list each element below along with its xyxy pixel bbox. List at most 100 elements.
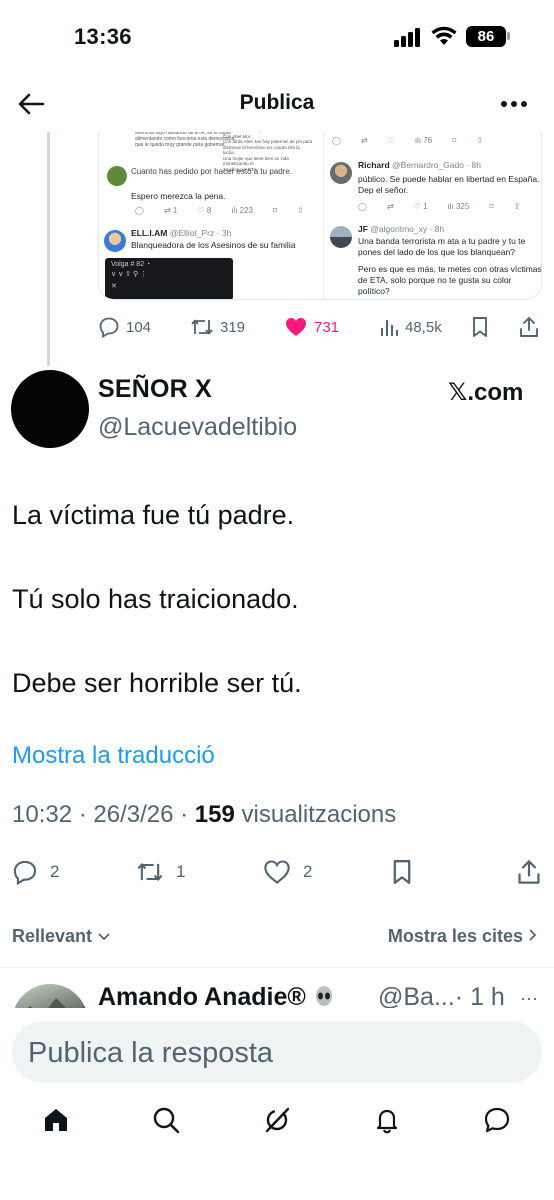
embedded-clipped-line: Cuanto has pedido por hacer esto a tu pa… (131, 167, 292, 176)
heart-icon (264, 860, 290, 884)
more-options-icon[interactable] (498, 91, 530, 117)
replies-sort-row: Rellevant Mostra les cites (0, 924, 554, 952)
embedded-text-line: político? (358, 286, 390, 296)
grok-icon (265, 1107, 290, 1133)
embedded-avatar (330, 226, 352, 248)
embedded-like-stat: ♡ 8 (197, 206, 212, 215)
tweet-timestamp: 10:32 · 26/3/26 · (12, 801, 195, 828)
embedded-right-column: ◯ ⇄ ♡ ılı 76 ⌑ ⇧ Richard @Bernardro_Gado · 8… (323, 128, 542, 299)
retweet-count: 1 (176, 862, 186, 881)
embedded-user-line: Richard @Bernardro_Gado · 8h (358, 160, 481, 170)
embedded-avatar (330, 162, 352, 184)
wifi-icon (431, 26, 457, 45)
reply-button[interactable]: 104 (98, 314, 151, 340)
like-button[interactable]: 2 (263, 857, 312, 887)
embedded-avatar (107, 166, 127, 186)
author-handle[interactable]: @Lacuevadeltibio (98, 413, 297, 442)
embedded-left-column: Mientras sigo hablando de ETA, se le sig… (99, 128, 317, 299)
tweet-text-line: Debe ser horrible ser tú. (12, 668, 302, 698)
bell-icon (376, 1109, 398, 1134)
reply-compose-input[interactable]: Publica la resposta (12, 1021, 542, 1083)
cellular-signal-icon (394, 27, 422, 47)
message-bubble-icon (484, 1107, 510, 1133)
reply-button[interactable]: 2 (12, 857, 59, 887)
source-badge: 𝕏.com (448, 379, 524, 406)
status-time: 13:36 (74, 24, 132, 49)
share-icon[interactable] (518, 314, 540, 340)
embedded-avatar (104, 230, 126, 252)
parent-tweet-actions: 104 319 731 48,5k (98, 314, 544, 340)
embedded-action-row: ◯ ⇄ ♡ 1 ılı 325 ⌑ ⇧ (358, 202, 521, 211)
share-icon[interactable] (516, 857, 542, 887)
tweet-actions: 2 1 2 (0, 857, 554, 887)
views-number: 159 (194, 801, 235, 828)
retweet-icon (137, 863, 163, 881)
like-count: 2 (303, 862, 313, 881)
chevron-right-icon (529, 929, 537, 941)
embedded-views-stat: ılı 223 (231, 206, 254, 215)
embedded-text-line: pones del lado de los que los blanquean? (358, 247, 515, 257)
embedded-text-line: público. Se puede hablar en libertad en … (358, 174, 540, 184)
views-button[interactable]: 48,5k (379, 314, 442, 340)
tweet-metadata: 10:32 · 26/3/26 · 159 visualitzacions (12, 801, 396, 829)
chevron-down-icon (98, 933, 110, 941)
bookmark-icon[interactable] (390, 857, 414, 887)
embedded-text-line: de ETA, solo porque no te gusta su color (358, 275, 512, 285)
tab-bar (0, 1100, 554, 1150)
embedded-text-line: Pero es que es más, te metes con otras v… (358, 264, 542, 274)
embedded-dark-card: Volga # 82 ◔ ∨ ∨ ⇧ ⚲ ⋮ ✕ (105, 258, 233, 299)
reply-icon (13, 860, 37, 885)
reply-more-icon[interactable]: ··· (520, 988, 538, 1009)
notifications-tab[interactable] (367, 1100, 407, 1140)
battery-indicator: 86 (466, 26, 506, 47)
heart-filled-icon (286, 318, 306, 336)
reply-icon (99, 317, 119, 338)
messages-tab[interactable] (477, 1100, 517, 1140)
like-button[interactable]: 731 (284, 314, 339, 340)
embedded-user-line: JF @algoritmo_xy · 8h (358, 224, 445, 234)
status-bar: 13:36 86 (0, 0, 554, 76)
embedded-text-line: Dep el señor. (358, 185, 409, 195)
views-chart-icon (381, 320, 398, 336)
thread-connector-line (47, 128, 50, 366)
retweet-count: 319 (220, 318, 246, 336)
retweet-button[interactable]: 319 (190, 314, 245, 340)
embedded-reply-icon: ◯ (135, 206, 144, 215)
views-label: visualitzacions (234, 801, 397, 828)
tweet-text-line: La víctima fue tú padre. (12, 500, 295, 530)
top-navigation-bar: Publica (0, 76, 554, 132)
embedded-tiny-line: disminuir el heroísmo en cuanto ella la … (223, 144, 300, 156)
translate-link[interactable]: Mostra la traducció (12, 742, 215, 770)
embedded-tiny-line: Con tanta Abel, tan hay paternas de pio … (223, 139, 313, 144)
reply-count: 104 (126, 318, 152, 336)
embedded-user-text: Blanqueadora de los Asesinos de su famil… (131, 240, 296, 250)
views-count: 48,5k (405, 318, 442, 336)
retweet-icon (191, 319, 213, 335)
embedded-share-icon: ⇧ (297, 206, 304, 215)
embedded-tiny-line: Una mujer que tiene bien su vida monetiz… (223, 155, 289, 167)
show-quotes-link[interactable]: Mostra les cites (388, 926, 538, 947)
page-title: Publica (239, 91, 315, 114)
grok-tab[interactable] (257, 1100, 297, 1140)
embedded-text-line: Una banda terrorista m ata a tu padre y … (358, 236, 526, 246)
reply-count: 2 (50, 862, 60, 881)
sort-relevance-dropdown[interactable]: Rellevant (12, 926, 111, 947)
home-icon (45, 1109, 67, 1131)
tweet-media-image[interactable]: Mientras sigo hablando de ETA, se le sig… (98, 128, 542, 300)
compose-placeholder: Publica la resposta (28, 1037, 274, 1069)
search-icon (153, 1107, 180, 1134)
bottom-sheet: Publica la resposta (0, 1008, 554, 1200)
home-tab[interactable] (36, 1100, 76, 1140)
search-tab[interactable] (146, 1100, 186, 1140)
like-count: 731 (314, 318, 340, 336)
retweet-button[interactable]: 1 (136, 857, 185, 887)
embedded-action-row: ◯ ⇄ 1 ♡ 8 ılı 223 ⌑ ⇧ (127, 206, 304, 215)
alien-emoji-icon (315, 986, 332, 1006)
embedded-user-line: ELL.I.AM @Elliot_Prz · 3h (131, 228, 232, 238)
bookmark-icon[interactable] (470, 314, 490, 340)
battery-tip (507, 32, 510, 40)
author-name[interactable]: SEÑOR X (98, 375, 212, 404)
tweet-text-line: Tú solo has traicionado. (12, 584, 299, 614)
embedded-action-row: ◯ ⇄ ♡ ılı 76 ⌑ ⇧ (332, 136, 483, 145)
author-avatar[interactable] (11, 370, 89, 448)
